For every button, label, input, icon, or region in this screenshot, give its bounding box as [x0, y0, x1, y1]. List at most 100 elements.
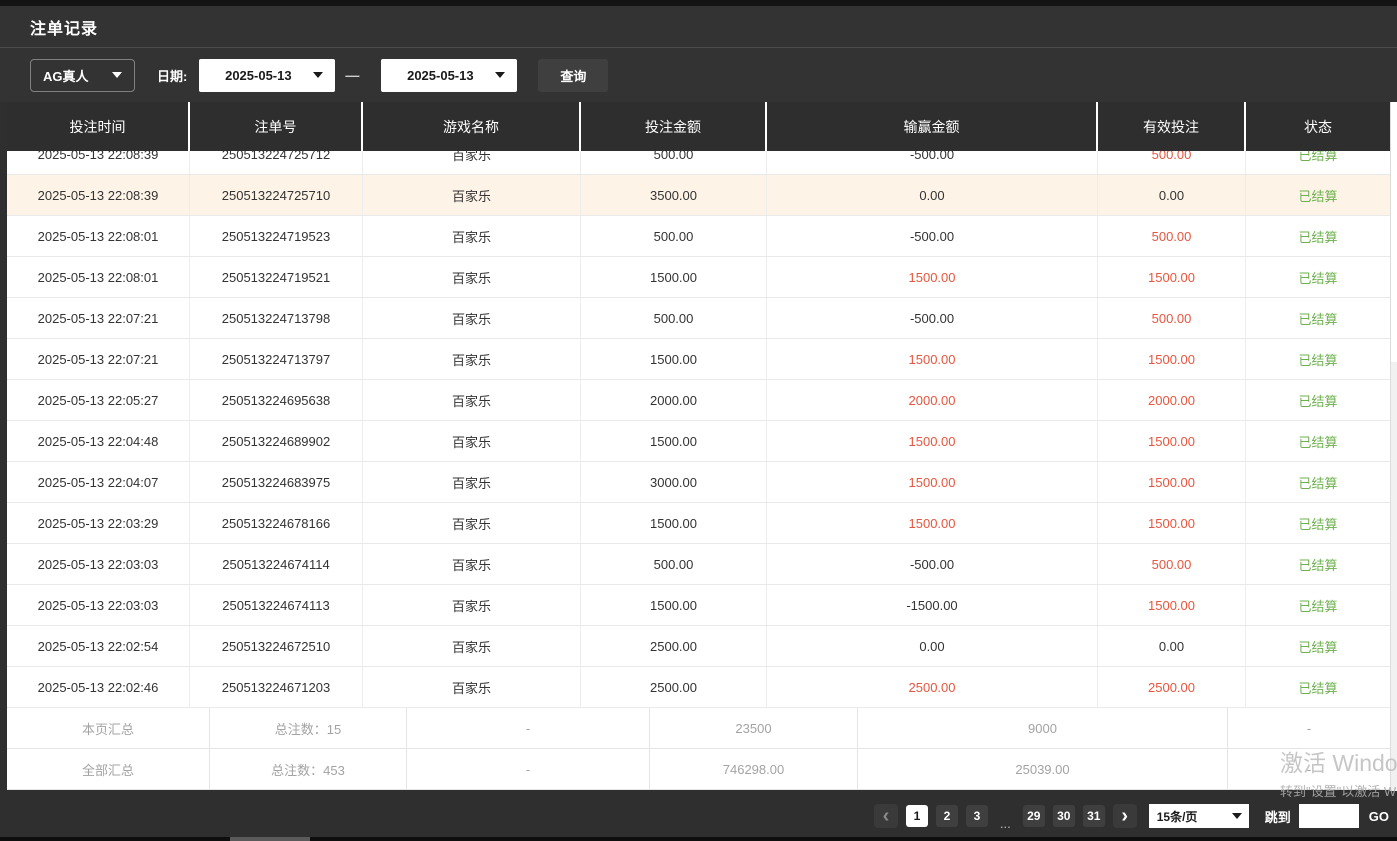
cell-status: 已结算 [1246, 421, 1390, 461]
next-page-button[interactable]: › [1113, 804, 1137, 828]
query-button[interactable]: 查询 [538, 59, 608, 92]
summary-cell: 总注数：15 [210, 708, 407, 748]
summary-row: 本页汇总总注数：15-235009000- [7, 708, 1390, 749]
table-row[interactable]: 2025-05-13 22:08:39250513224725710百家乐350… [7, 175, 1390, 216]
table-row[interactable]: 2025-05-13 22:03:03250513224674113百家乐150… [7, 585, 1390, 626]
cell-order-no: 250513224695638 [190, 380, 363, 420]
horizontal-scrollbar-thumb[interactable] [230, 837, 310, 841]
prev-page-button[interactable]: ‹ [874, 804, 898, 828]
summary-cell: - [1228, 708, 1390, 748]
summary-cell: - [1228, 749, 1390, 789]
horizontal-scrollbar[interactable] [0, 837, 1397, 841]
cell-bet-amount: 2500.00 [581, 626, 767, 666]
cell-valid-bet: 1500.00 [1098, 339, 1246, 379]
cell-status: 已结算 [1246, 503, 1390, 543]
cell-bet-time: 2025-05-13 22:03:29 [7, 503, 190, 543]
cell-bet-time: 2025-05-13 22:08:01 [7, 257, 190, 297]
cell-bet-time: 2025-05-13 22:04:07 [7, 462, 190, 502]
page-size-select[interactable]: 15条/页 [1149, 804, 1249, 828]
table-row[interactable]: 2025-05-13 22:07:21250513224713797百家乐150… [7, 339, 1390, 380]
column-header: 注单号 [190, 102, 363, 151]
cell-status: 已结算 [1246, 462, 1390, 502]
page-title: 注单记录 [30, 15, 98, 39]
game-select[interactable]: AG真人 [30, 59, 135, 92]
chevron-down-icon [112, 72, 122, 78]
cell-bet-amount: 3000.00 [581, 462, 767, 502]
chevron-down-icon [495, 72, 505, 78]
cell-bet-amount: 1500.00 [581, 503, 767, 543]
jump-input[interactable] [1299, 804, 1359, 828]
cell-status: 已结算 [1246, 667, 1390, 707]
table-body: 2025-05-13 22:08:39250513224725712百家乐500… [7, 151, 1390, 708]
cell-winloss-amount: -500.00 [767, 298, 1098, 338]
column-header: 投注金额 [581, 102, 767, 151]
chevron-down-icon [1232, 813, 1242, 819]
cell-order-no: 250513224725712 [190, 151, 363, 174]
cell-bet-amount: 1500.00 [581, 257, 767, 297]
pagination-bar: ‹ 123 ... 293031 › 15条/页 跳到 GO [0, 791, 1397, 841]
page-buttons-left: 123 [902, 805, 992, 827]
date-from-input[interactable]: 2025-05-13 [199, 59, 335, 92]
cell-game-name: 百家乐 [363, 151, 581, 174]
cell-game-name: 百家乐 [363, 667, 581, 707]
cell-bet-time: 2025-05-13 22:07:21 [7, 298, 190, 338]
cell-game-name: 百家乐 [363, 380, 581, 420]
table-row[interactable]: 2025-05-13 22:03:29250513224678166百家乐150… [7, 503, 1390, 544]
cell-status: 已结算 [1246, 257, 1390, 297]
table-row[interactable]: 2025-05-13 22:02:46250513224671203百家乐250… [7, 667, 1390, 708]
vertical-scrollbar-thumb[interactable] [1391, 102, 1397, 362]
cell-bet-time: 2025-05-13 22:08:39 [7, 151, 190, 174]
table-row[interactable]: 2025-05-13 22:05:27250513224695638百家乐200… [7, 380, 1390, 421]
page-button[interactable]: 29 [1023, 805, 1045, 827]
page-button[interactable]: 3 [966, 805, 988, 827]
cell-bet-amount: 3500.00 [581, 175, 767, 215]
table-row[interactable]: 2025-05-13 22:08:01250513224719523百家乐500… [7, 216, 1390, 257]
cell-winloss-amount: -500.00 [767, 151, 1098, 174]
table-row[interactable]: 2025-05-13 22:04:07250513224683975百家乐300… [7, 462, 1390, 503]
table-row[interactable]: 2025-05-13 22:07:21250513224713798百家乐500… [7, 298, 1390, 339]
column-header: 投注时间 [7, 102, 190, 151]
table-row[interactable]: 2025-05-13 22:04:48250513224689902百家乐150… [7, 421, 1390, 462]
clipped-row-container: 2025-05-13 22:08:39250513224725712百家乐 500… [7, 151, 1390, 175]
page-button[interactable]: 2 [936, 805, 958, 827]
summary-cell: - [407, 749, 650, 789]
page-button[interactable]: 31 [1083, 805, 1105, 827]
cell-status: 已结算 [1246, 151, 1390, 174]
date-to-input[interactable]: 2025-05-13 [381, 59, 517, 92]
table-row[interactable]: 2025-05-13 22:08:01250513224719521百家乐150… [7, 257, 1390, 298]
cell-status: 已结算 [1246, 339, 1390, 379]
cell-valid-bet: 500.00 [1098, 216, 1246, 256]
cell-valid-bet: 2000.00 [1098, 380, 1246, 420]
jump-label: 跳到 [1265, 807, 1291, 826]
cell-game-name: 百家乐 [363, 626, 581, 666]
summary-cell: 25039.00 [858, 749, 1228, 789]
table-summary: 本页汇总总注数：15-235009000-全部汇总总注数：453-746298.… [7, 708, 1390, 790]
table-row[interactable]: 2025-05-13 22:03:03250513224674114百家乐500… [7, 544, 1390, 585]
date-from-value: 2025-05-13 [225, 68, 292, 83]
cell-bet-amount: 500.00 [581, 216, 767, 256]
cell-winloss-amount: 2500.00 [767, 667, 1098, 707]
cell-bet-time: 2025-05-13 22:08:39 [7, 175, 190, 215]
cell-winloss-amount: 2000.00 [767, 380, 1098, 420]
cell-winloss-amount: 1500.00 [767, 462, 1098, 502]
cell-order-no: 250513224719521 [190, 257, 363, 297]
cell-status: 已结算 [1246, 216, 1390, 256]
date-range-dash: — [345, 67, 359, 83]
summary-cell: 23500 [650, 708, 858, 748]
vertical-scrollbar[interactable] [1390, 102, 1397, 791]
cell-order-no: 250513224713797 [190, 339, 363, 379]
go-button[interactable]: GO [1369, 809, 1389, 824]
cell-valid-bet: 0.00 [1098, 175, 1246, 215]
page-button[interactable]: 30 [1053, 805, 1075, 827]
page-button[interactable]: 1 [906, 805, 928, 827]
cell-valid-bet: 1500.00 [1098, 503, 1246, 543]
column-header: 状态 [1246, 102, 1390, 151]
date-label: 日期: [157, 66, 187, 85]
summary-cell: 总注数：453 [210, 749, 407, 789]
cell-game-name: 百家乐 [363, 544, 581, 584]
cell-valid-bet: 500.00 [1098, 151, 1246, 174]
table-row[interactable]: 2025-05-13 22:02:54250513224672510百家乐250… [7, 626, 1390, 667]
table-row[interactable]: 2025-05-13 22:08:39250513224725712百家乐 500… [7, 151, 1390, 175]
column-header: 输赢金额 [767, 102, 1098, 151]
cell-bet-amount: 500.00 [581, 298, 767, 338]
